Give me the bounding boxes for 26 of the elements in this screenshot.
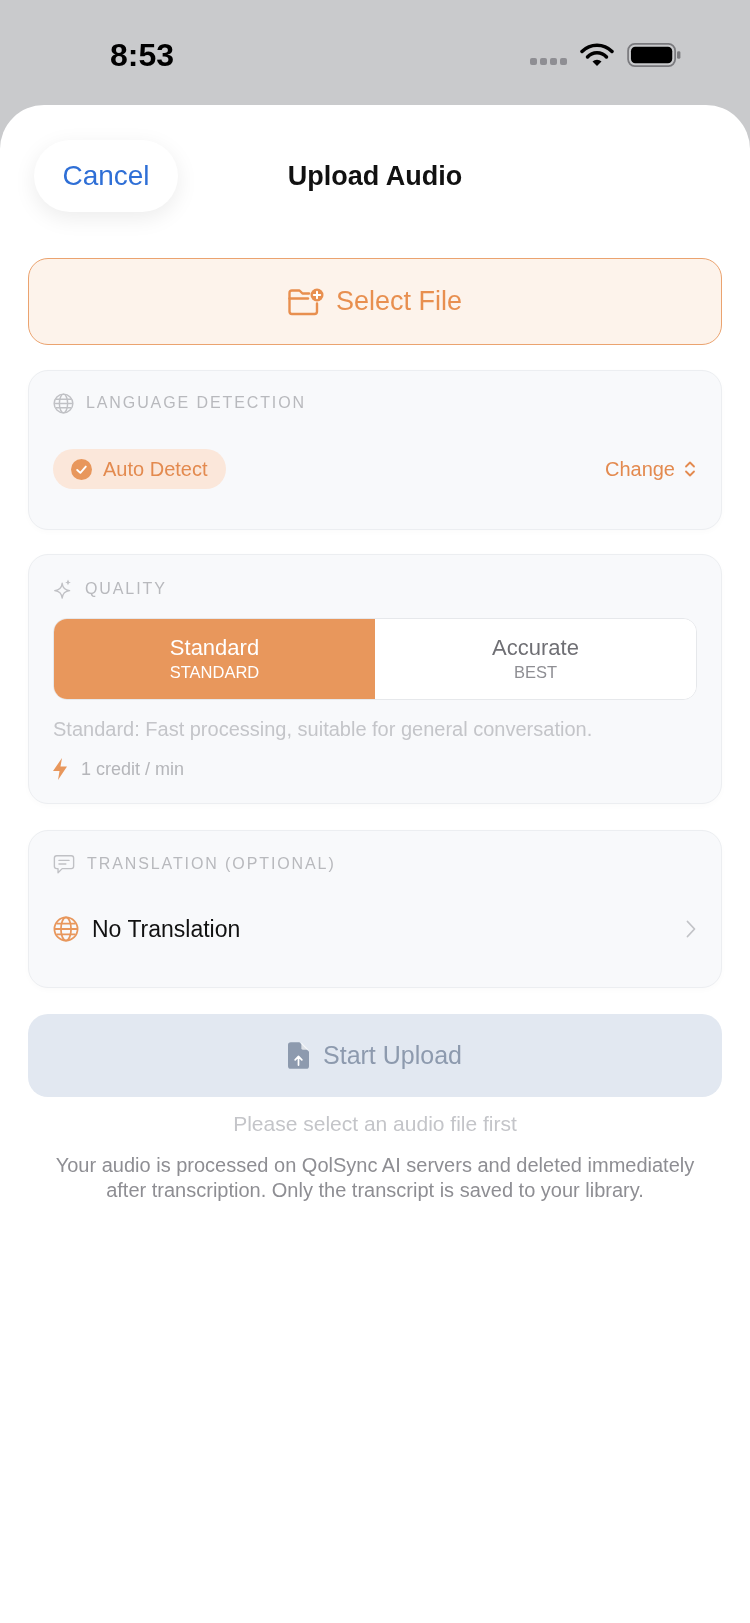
wifi-icon bbox=[580, 42, 614, 67]
credit-cost: 1 credit / min bbox=[81, 758, 185, 780]
select-file-button[interactable]: Select File bbox=[28, 258, 722, 345]
section-heading: LANGUAGE DETECTION bbox=[86, 393, 306, 413]
hint-text: Please select an audio file first bbox=[232, 1112, 518, 1136]
translation-selector[interactable]: No Translation bbox=[53, 907, 697, 951]
chevron-right-icon bbox=[686, 920, 696, 938]
file-upload-icon bbox=[288, 1042, 309, 1069]
section-heading: TRANSLATION (OPTIONAL) bbox=[87, 854, 336, 874]
status-time: 8:53 bbox=[110, 35, 175, 74]
quality-option[interactable]: Standard STANDARD bbox=[54, 619, 375, 699]
globe-icon bbox=[53, 392, 74, 414]
language-chip-label: Auto Detect bbox=[103, 457, 208, 481]
cancel-button[interactable]: Cancel bbox=[34, 140, 178, 212]
chat-bubble-icon bbox=[53, 853, 75, 875]
change-button[interactable]: Change bbox=[604, 457, 696, 481]
section-heading: QUALITY bbox=[85, 579, 167, 599]
privacy-note: Your audio is processed on QolSync AI servers and deleted immediately after transcription. Only the transcript is saved to your library. bbox=[54, 1153, 696, 1203]
bolt-icon bbox=[53, 758, 67, 780]
sparkle-icon bbox=[53, 578, 73, 600]
sheet-title: Upload Audio bbox=[287, 160, 463, 193]
folder-plus-icon bbox=[287, 287, 324, 316]
globe-icon bbox=[53, 916, 79, 942]
signal-dots-icon bbox=[530, 58, 567, 65]
battery-icon bbox=[627, 42, 681, 67]
chevron-up-down-icon bbox=[684, 459, 696, 479]
